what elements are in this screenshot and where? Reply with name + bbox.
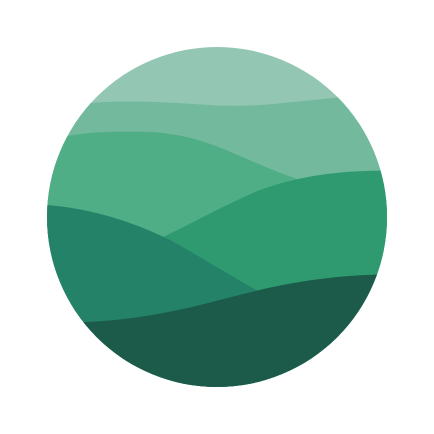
layered-hills-logo-icon [47,47,387,387]
logo-canvas [0,0,434,434]
logo-circle [47,47,387,387]
